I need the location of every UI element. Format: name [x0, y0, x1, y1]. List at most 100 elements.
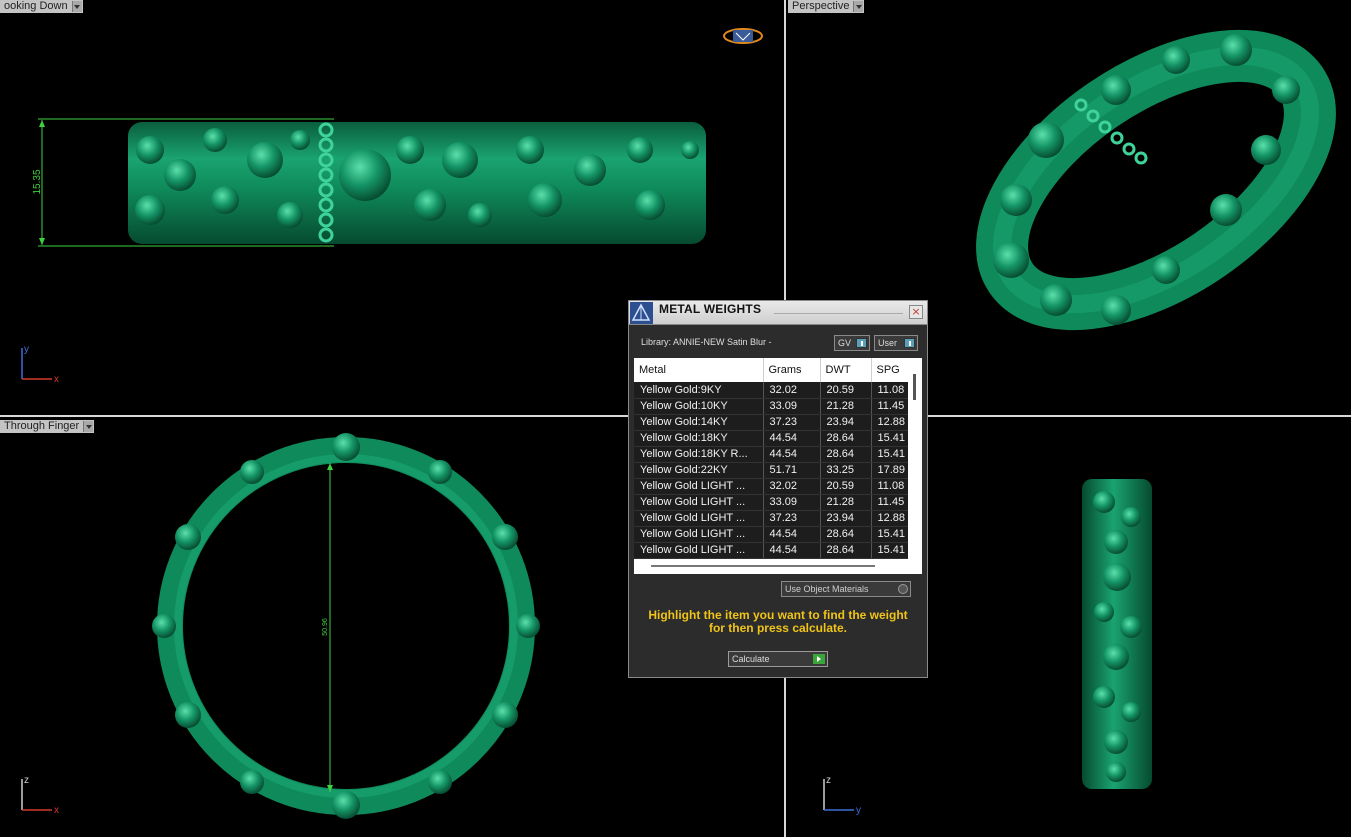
vertical-scrollbar[interactable]	[908, 358, 922, 574]
chevron-down-icon[interactable]	[71, 1, 82, 12]
axis-indicator: z y	[818, 773, 868, 815]
table-row[interactable]: Yellow Gold:9KY 32.02 20.59 11.08	[634, 382, 908, 399]
close-icon[interactable]: ×	[909, 305, 923, 319]
cell-dwt: 23.94	[820, 510, 872, 527]
axis-label-up: z	[24, 775, 29, 786]
viewport-label-text: Perspective	[792, 0, 850, 12]
gv-toggle[interactable]: GV	[834, 335, 870, 351]
viewport-label-text: Through Finger	[4, 420, 80, 432]
viewport-label-through-finger[interactable]: Through Finger	[0, 420, 95, 433]
axis-indicator: z x	[16, 773, 66, 815]
use-object-materials-label: Use Object Materials	[785, 584, 869, 594]
scrollbar-thumb[interactable]	[913, 374, 916, 400]
cell-grams: 44.54	[763, 542, 821, 559]
axis-label-right: y	[856, 805, 861, 815]
calculate-button[interactable]: Calculate	[728, 651, 828, 667]
library-label: Library: ANNIE-NEW Satin Blur -	[641, 337, 772, 347]
gv-toggle-label: GV	[838, 338, 852, 348]
cell-metal: Yellow Gold:10KY	[634, 398, 764, 415]
user-toggle-label: User	[878, 338, 898, 348]
info-icon	[904, 338, 915, 348]
column-header-spg[interactable]: SPG	[871, 358, 908, 382]
radio-icon	[898, 584, 908, 594]
cell-grams: 51.71	[763, 462, 821, 479]
table-row[interactable]: Yellow Gold:18KY R... 44.54 28.64 15.41	[634, 446, 908, 463]
cell-grams: 37.23	[763, 510, 821, 527]
instruction-line-2: for then press calculate.	[708, 621, 848, 635]
table-row[interactable]: Yellow Gold LIGHT ... 44.54 28.64 15.41	[634, 542, 908, 559]
user-toggle[interactable]: User	[874, 335, 918, 351]
cell-dwt: 28.64	[820, 430, 872, 447]
cell-metal: Yellow Gold LIGHT ...	[634, 478, 764, 495]
chevron-down-icon[interactable]	[853, 1, 864, 12]
table-header-row: Metal Grams DWT SPG	[634, 358, 908, 382]
axis-label-right: x	[54, 374, 59, 384]
title-rule	[774, 313, 903, 314]
cell-spg: 15.41	[871, 542, 908, 559]
viewport-label-text: ooking Down	[4, 0, 68, 12]
axis-label-up: z	[826, 775, 831, 786]
cell-spg: 15.41	[871, 430, 908, 447]
dialog-titlebar[interactable]: METAL WEIGHTS ×	[629, 301, 927, 325]
cell-metal: Yellow Gold:14KY	[634, 414, 764, 431]
horizontal-scrollbar[interactable]	[651, 565, 875, 567]
table-row[interactable]: Yellow Gold LIGHT ... 44.54 28.64 15.41	[634, 526, 908, 543]
cell-spg: 17.89	[871, 462, 908, 479]
cell-spg: 11.45	[871, 398, 908, 415]
axis-label-up: y	[24, 344, 29, 355]
cell-metal: Yellow Gold:18KY R...	[634, 446, 764, 463]
cell-grams: 32.02	[763, 382, 821, 399]
axis-indicator: y x	[16, 342, 66, 384]
cell-dwt: 21.28	[820, 398, 872, 415]
cell-dwt: 20.59	[820, 478, 872, 495]
column-header-metal[interactable]: Metal	[634, 358, 764, 382]
dimension-height: 15.35	[32, 169, 43, 194]
cell-spg: 11.08	[871, 478, 908, 495]
metal-table: Metal Grams DWT SPG Yellow Gold:9KY 32.02…	[634, 358, 908, 559]
view-cube-icon[interactable]	[722, 25, 764, 51]
table-row[interactable]: Yellow Gold:22KY 51.71 33.25 17.89	[634, 462, 908, 479]
cell-spg: 12.88	[871, 414, 908, 431]
cell-spg: 15.41	[871, 446, 908, 463]
table-row[interactable]: Yellow Gold:14KY 37.23 23.94 12.88	[634, 414, 908, 431]
table-row[interactable]: Yellow Gold LIGHT ... 33.09 21.28 11.45	[634, 494, 908, 511]
column-header-dwt[interactable]: DWT	[820, 358, 872, 382]
cell-grams: 44.54	[763, 446, 821, 463]
instruction-text: Highlight the item you want to find the …	[637, 609, 919, 635]
cell-dwt: 28.64	[820, 446, 872, 463]
dialog-title: METAL WEIGHTS	[659, 302, 762, 316]
table-row[interactable]: Yellow Gold:10KY 33.09 21.28 11.45	[634, 398, 908, 415]
cell-grams: 32.02	[763, 478, 821, 495]
cell-grams: 37.23	[763, 414, 821, 431]
table-row[interactable]: Yellow Gold LIGHT ... 32.02 20.59 11.08	[634, 478, 908, 495]
axis-label-right: x	[54, 805, 59, 815]
metal-table-container: Metal Grams DWT SPG Yellow Gold:9KY 32.02…	[634, 358, 922, 574]
column-header-grams[interactable]: Grams	[763, 358, 821, 382]
cell-metal: Yellow Gold LIGHT ...	[634, 494, 764, 511]
cell-metal: Yellow Gold:9KY	[634, 382, 764, 399]
cell-grams: 44.54	[763, 526, 821, 543]
viewport-label-perspective[interactable]: Perspective	[788, 0, 865, 13]
cell-dwt: 23.94	[820, 414, 872, 431]
cell-metal: Yellow Gold:18KY	[634, 430, 764, 447]
info-icon	[856, 338, 867, 348]
cell-metal: Yellow Gold LIGHT ...	[634, 510, 764, 527]
table-row[interactable]: Yellow Gold LIGHT ... 37.23 23.94 12.88	[634, 510, 908, 527]
cell-spg: 15.41	[871, 526, 908, 543]
cell-grams: 33.09	[763, 398, 821, 415]
cell-grams: 44.54	[763, 430, 821, 447]
viewport-label-top[interactable]: ooking Down	[0, 0, 83, 13]
play-arrow-icon	[813, 654, 825, 664]
cell-metal: Yellow Gold LIGHT ...	[634, 526, 764, 543]
cell-metal: Yellow Gold:22KY	[634, 462, 764, 479]
metal-weights-dialog: METAL WEIGHTS × Library: ANNIE-NEW Satin…	[628, 300, 928, 678]
cell-spg: 11.08	[871, 382, 908, 399]
table-row[interactable]: Yellow Gold:18KY 44.54 28.64 15.41	[634, 430, 908, 447]
chevron-down-icon[interactable]	[83, 421, 94, 432]
app-logo-icon	[630, 302, 653, 324]
use-object-materials-toggle[interactable]: Use Object Materials	[781, 581, 911, 597]
cell-grams: 33.09	[763, 494, 821, 511]
calculate-label: Calculate	[732, 654, 770, 664]
cell-metal: Yellow Gold LIGHT ...	[634, 542, 764, 559]
cell-dwt: 28.64	[820, 526, 872, 543]
